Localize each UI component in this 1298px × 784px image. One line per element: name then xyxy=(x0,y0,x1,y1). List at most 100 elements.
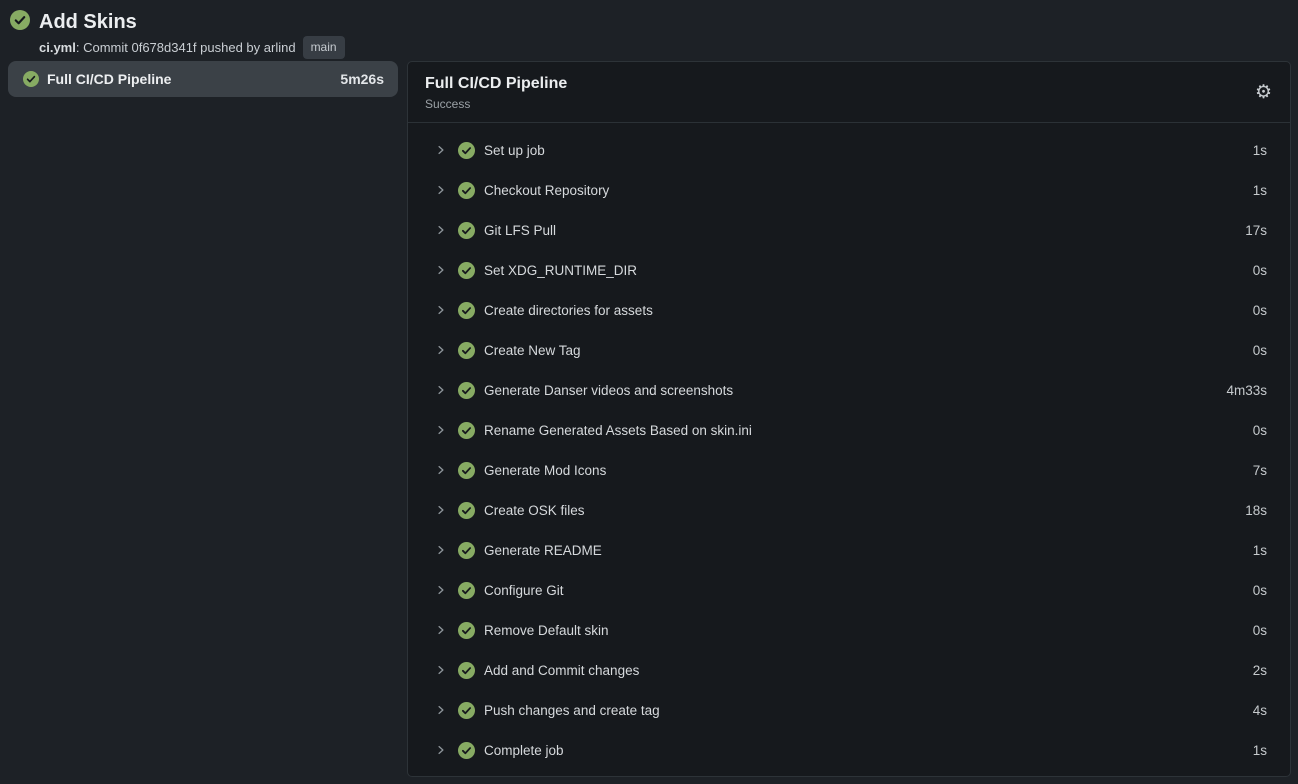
step-duration: 0s xyxy=(1253,303,1267,318)
step-status-success-icon xyxy=(458,582,475,599)
step-status-success-icon xyxy=(458,222,475,239)
step-duration: 1s xyxy=(1253,143,1267,158)
step-row[interactable]: Set up job 1s xyxy=(408,130,1290,170)
step-name: Complete job xyxy=(484,743,564,758)
step-row[interactable]: Generate Mod Icons 7s xyxy=(408,450,1290,490)
job-panel-title: Full CI/CD Pipeline xyxy=(425,73,567,94)
step-status-success-icon xyxy=(458,742,475,759)
branch-badge[interactable]: main xyxy=(303,36,345,59)
job-panel-titles: Full CI/CD Pipeline Success xyxy=(425,73,567,112)
run-status-success-icon xyxy=(10,10,30,30)
step-duration: 4s xyxy=(1253,703,1267,718)
chevron-right-icon xyxy=(435,424,447,436)
job-status-text: Success xyxy=(425,96,567,112)
step-status-success-icon xyxy=(458,462,475,479)
job-panel-header: Full CI/CD Pipeline Success ⚙ xyxy=(408,62,1290,123)
commit-line: ci.yml: Commit 0f678d341f pushed by arli… xyxy=(39,36,345,59)
chevron-right-icon xyxy=(435,504,447,516)
job-detail-panel: Full CI/CD Pipeline Success ⚙ Set up job… xyxy=(407,61,1291,777)
step-name: Git LFS Pull xyxy=(484,223,556,238)
step-duration: 0s xyxy=(1253,423,1267,438)
step-row[interactable]: Complete job 1s xyxy=(408,730,1290,770)
chevron-right-icon xyxy=(435,224,447,236)
step-status-success-icon xyxy=(458,702,475,719)
step-name: Remove Default skin xyxy=(484,623,609,638)
step-name: Generate README xyxy=(484,543,602,558)
step-name: Set up job xyxy=(484,143,545,158)
step-row[interactable]: Configure Git 0s xyxy=(408,570,1290,610)
sidebar-job-full-cicd-pipeline[interactable]: Full CI/CD Pipeline 5m26s xyxy=(8,61,398,97)
step-name: Create New Tag xyxy=(484,343,581,358)
step-duration: 1s xyxy=(1253,183,1267,198)
chevron-right-icon xyxy=(435,664,447,676)
step-duration: 4m33s xyxy=(1226,383,1267,398)
step-name: Generate Danser videos and screenshots xyxy=(484,383,733,398)
step-name: Create directories for assets xyxy=(484,303,653,318)
step-status-success-icon xyxy=(458,542,475,559)
step-status-success-icon xyxy=(458,262,475,279)
jobs-sidebar: Full CI/CD Pipeline 5m26s xyxy=(8,61,398,97)
run-header: Add Skins ci.yml: Commit 0f678d341f push… xyxy=(0,0,1298,54)
step-duration: 2s xyxy=(1253,663,1267,678)
step-status-success-icon xyxy=(458,662,475,679)
step-row[interactable]: Create directories for assets 0s xyxy=(408,290,1290,330)
step-row[interactable]: Push changes and create tag 4s xyxy=(408,690,1290,730)
step-row[interactable]: Generate README 1s xyxy=(408,530,1290,570)
step-status-success-icon xyxy=(458,182,475,199)
step-name: Create OSK files xyxy=(484,503,585,518)
step-status-success-icon xyxy=(458,302,475,319)
commit-description: Commit 0f678d341f pushed by arlind xyxy=(83,39,295,57)
step-row[interactable]: Set XDG_RUNTIME_DIR 0s xyxy=(408,250,1290,290)
commit-separator: : xyxy=(76,39,83,57)
step-row[interactable]: Rename Generated Assets Based on skin.in… xyxy=(408,410,1290,450)
chevron-right-icon xyxy=(435,464,447,476)
step-duration: 0s xyxy=(1253,343,1267,358)
step-duration: 0s xyxy=(1253,583,1267,598)
step-status-success-icon xyxy=(458,422,475,439)
step-duration: 1s xyxy=(1253,743,1267,758)
step-row[interactable]: Create New Tag 0s xyxy=(408,330,1290,370)
step-duration: 0s xyxy=(1253,263,1267,278)
gear-icon[interactable]: ⚙ xyxy=(1255,83,1272,102)
job-name: Full CI/CD Pipeline xyxy=(47,71,171,87)
page-title: Add Skins xyxy=(39,9,345,35)
step-row[interactable]: Remove Default skin 0s xyxy=(408,610,1290,650)
step-name: Set XDG_RUNTIME_DIR xyxy=(484,263,637,278)
step-row[interactable]: Add and Commit changes 2s xyxy=(408,650,1290,690)
step-name: Rename Generated Assets Based on skin.in… xyxy=(484,423,752,438)
chevron-right-icon xyxy=(435,624,447,636)
step-name: Add and Commit changes xyxy=(484,663,639,678)
run-layout: Full CI/CD Pipeline 5m26s Full CI/CD Pip… xyxy=(0,54,1298,777)
step-name: Configure Git xyxy=(484,583,564,598)
job-duration: 5m26s xyxy=(340,71,384,87)
step-status-success-icon xyxy=(458,382,475,399)
step-name: Generate Mod Icons xyxy=(484,463,606,478)
step-row[interactable]: Checkout Repository 1s xyxy=(408,170,1290,210)
step-duration: 18s xyxy=(1245,503,1267,518)
step-duration: 1s xyxy=(1253,543,1267,558)
step-name: Checkout Repository xyxy=(484,183,609,198)
run-header-text: Add Skins ci.yml: Commit 0f678d341f push… xyxy=(39,9,345,59)
step-status-success-icon xyxy=(458,342,475,359)
step-duration: 0s xyxy=(1253,623,1267,638)
step-row[interactable]: Git LFS Pull 17s xyxy=(408,210,1290,250)
step-duration: 7s xyxy=(1253,463,1267,478)
chevron-right-icon xyxy=(435,384,447,396)
chevron-right-icon xyxy=(435,304,447,316)
job-status-success-icon xyxy=(23,71,39,87)
chevron-right-icon xyxy=(435,584,447,596)
step-duration: 17s xyxy=(1245,223,1267,238)
chevron-right-icon xyxy=(435,344,447,356)
chevron-right-icon xyxy=(435,744,447,756)
chevron-right-icon xyxy=(435,184,447,196)
step-row[interactable]: Generate Danser videos and screenshots 4… xyxy=(408,370,1290,410)
chevron-right-icon xyxy=(435,264,447,276)
step-status-success-icon xyxy=(458,622,475,639)
chevron-right-icon xyxy=(435,704,447,716)
step-status-success-icon xyxy=(458,502,475,519)
step-name: Push changes and create tag xyxy=(484,703,660,718)
step-list: Set up job 1s Checkout Repository 1s Git… xyxy=(408,123,1290,776)
step-row[interactable]: Create OSK files 18s xyxy=(408,490,1290,530)
chevron-right-icon xyxy=(435,144,447,156)
chevron-right-icon xyxy=(435,544,447,556)
